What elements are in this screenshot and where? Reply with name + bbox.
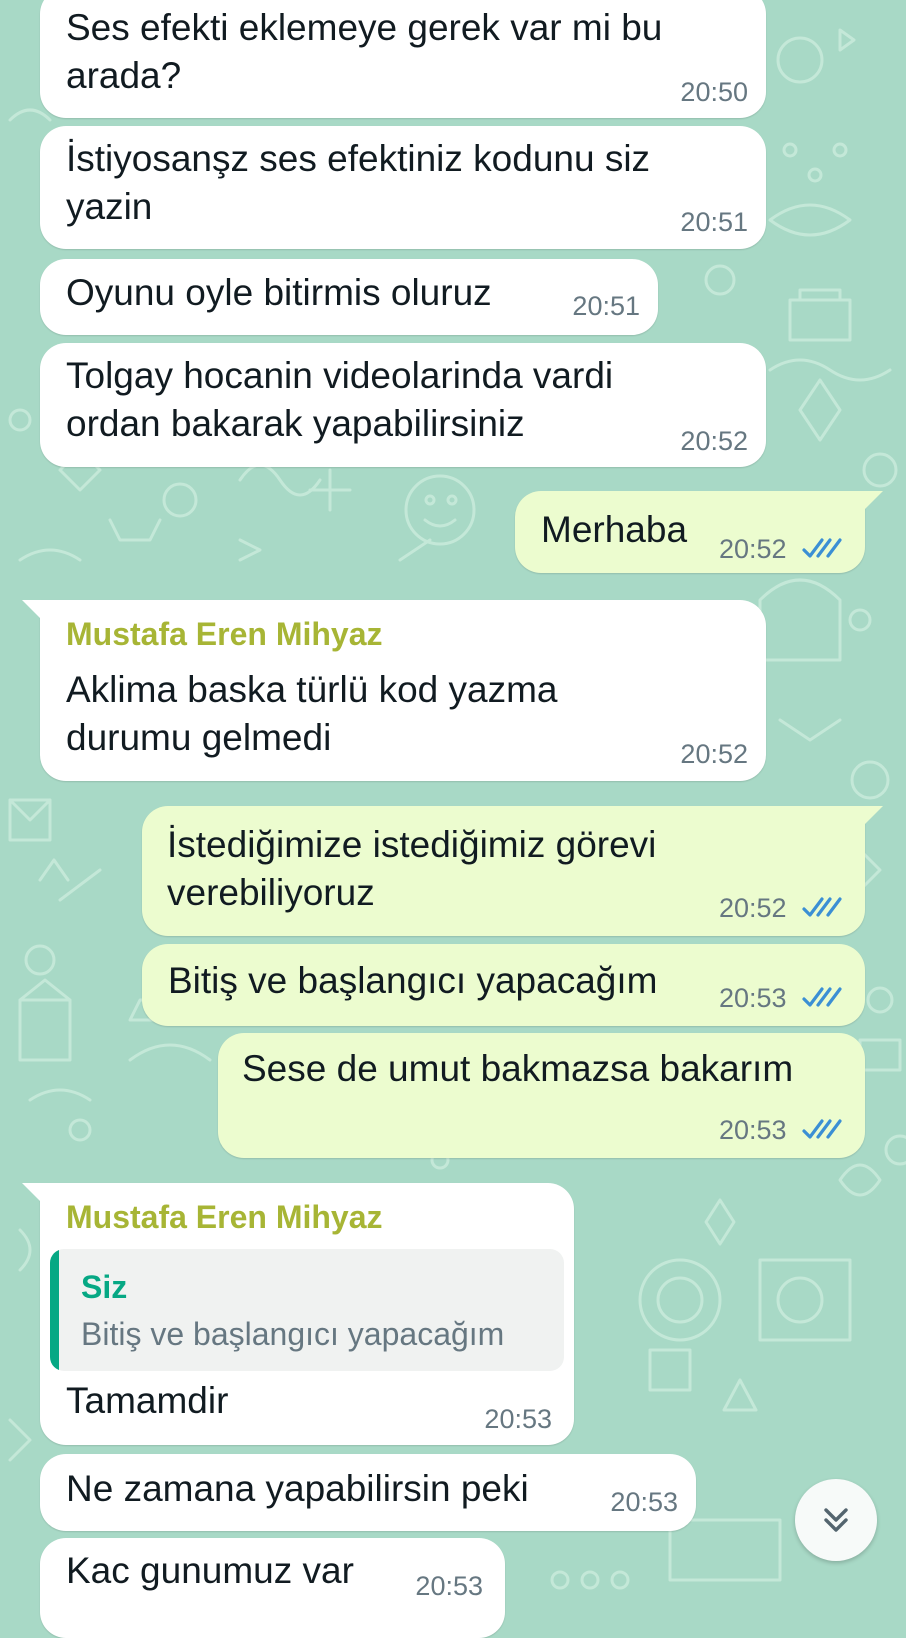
message-timestamp: 20:51: [572, 291, 640, 321]
message-bubble[interactable]: Mustafa Eren Mihyaz Siz Bitiş ve başlang…: [22, 1183, 574, 1445]
read-receipt-icon: [802, 1119, 842, 1139]
double-chevron-down-icon: [824, 1508, 848, 1532]
quote-author: Siz: [81, 1269, 128, 1305]
message-timestamp: 20:52: [680, 426, 748, 456]
message-text: Oyunu oyle bitirmis oluruz: [66, 272, 492, 313]
message-text: Aklima baska türlü kod yazma durumu gelm…: [66, 669, 558, 758]
message-bubble[interactable]: Merhaba 20:52: [515, 491, 883, 573]
message-text: Tamamdir: [66, 1380, 229, 1421]
quoted-reply[interactable]: Siz Bitiş ve başlangıcı yapacağım: [50, 1249, 564, 1371]
message-timestamp: 20:51: [680, 207, 748, 237]
message-timestamp: 20:50: [680, 77, 748, 107]
message-timestamp: 20:52: [680, 739, 748, 769]
message-text: Ses efekti eklemeye gerek var mi bu arad…: [66, 7, 663, 96]
message-bubble[interactable]: Sese de umut bakmazsa bakarım 20:53: [218, 1033, 865, 1158]
message-bubble[interactable]: İstiyosanşz ses efektiniz kodunu siz yaz…: [40, 126, 766, 249]
message-bubble[interactable]: Tolgay hocanin videolarinda vardi ordan …: [40, 343, 766, 467]
message-timestamp: 20:52: [719, 893, 787, 923]
message-bubble[interactable]: Bitiş ve başlangıcı yapacağım 20:53: [142, 944, 865, 1026]
message-bubble[interactable]: Ne zamana yapabilirsin peki 20:53: [40, 1454, 696, 1531]
message-timestamp: 20:53: [415, 1571, 483, 1601]
quote-accent-bar: [50, 1249, 59, 1371]
read-receipt-icon: [802, 897, 842, 917]
message-timestamp: 20:53: [719, 983, 787, 1013]
message-text: Merhaba: [541, 509, 688, 550]
scroll-to-bottom-button[interactable]: [795, 1479, 877, 1561]
message-bubble[interactable]: Oyunu oyle bitirmis oluruz 20:51: [40, 259, 658, 335]
message-text: Sese de umut bakmazsa bakarım: [242, 1048, 794, 1089]
message-timestamp: 20:53: [484, 1404, 552, 1434]
quote-text: Bitiş ve başlangıcı yapacağım: [81, 1316, 505, 1352]
message-text: Kac gunumuz var: [66, 1550, 354, 1591]
message-text: Bitiş ve başlangıcı yapacağım: [168, 960, 658, 1001]
message-text: Tolgay hocanin videolarinda vardi ordan …: [66, 355, 614, 444]
message-bubble[interactable]: Ses efekti eklemeye gerek var mi bu arad…: [40, 0, 766, 118]
read-receipt-icon: [802, 987, 842, 1007]
message-bubble[interactable]: Kac gunumuz var 20:53: [40, 1538, 505, 1638]
sender-name[interactable]: Mustafa Eren Mihyaz: [66, 614, 383, 654]
message-timestamp: 20:52: [719, 534, 787, 564]
message-timestamp: 20:53: [610, 1487, 678, 1517]
read-receipt-icon: [802, 538, 842, 558]
message-text: İstediğimize istediğimiz görevi verebili…: [167, 824, 657, 913]
message-bubble[interactable]: İstediğimize istediğimiz görevi verebili…: [142, 806, 883, 936]
sender-name[interactable]: Mustafa Eren Mihyaz: [66, 1197, 383, 1237]
message-timestamp: 20:53: [719, 1115, 787, 1145]
message-bubble[interactable]: Mustafa Eren Mihyaz Aklima baska türlü k…: [22, 600, 766, 781]
message-text: İstiyosanşz ses efektiniz kodunu siz yaz…: [66, 138, 651, 227]
message-text: Ne zamana yapabilirsin peki: [66, 1468, 529, 1509]
